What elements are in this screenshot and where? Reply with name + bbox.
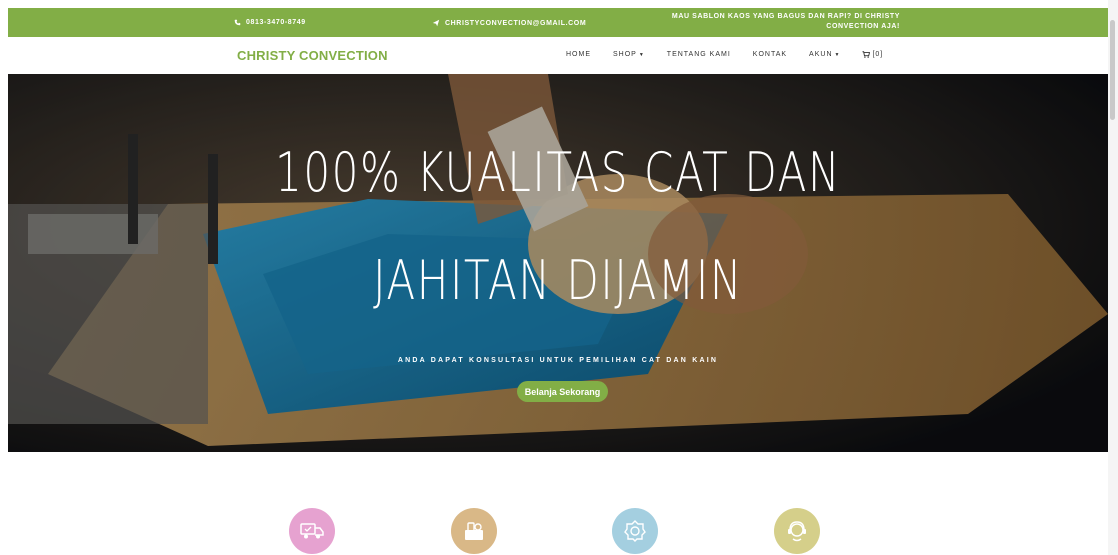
nav-tentang-kami[interactable]: TENTANG KAMI: [667, 51, 731, 58]
phone-contact[interactable]: 0813-3470-8749: [234, 19, 306, 26]
email-contact[interactable]: CHRISTYCONVECTION@GMAIL.COM: [432, 19, 586, 27]
feature-support: [774, 508, 820, 554]
email-address: CHRISTYCONVECTION@GMAIL.COM: [445, 19, 587, 27]
scrollbar-thumb[interactable]: [1110, 20, 1115, 120]
shop-now-button[interactable]: Belanja Sekorang: [517, 381, 608, 402]
features-section: [0, 500, 1118, 555]
nav-kontak-label: KONTAK: [752, 51, 788, 58]
quality-badge-icon: [624, 520, 646, 542]
nav-shop[interactable]: SHOP ▼: [613, 51, 645, 58]
nav-akun[interactable]: AKUN ▼: [809, 51, 840, 58]
feature-delivery: [289, 508, 335, 554]
hero-banner: 100% Kualitas Cat dan Jahitan dijamin AN…: [8, 74, 1108, 452]
phone-number: 0813-3470-8749: [246, 19, 306, 26]
promo-text: MAU SABLON KAOS YANG BAGUS DAN RAPI? DI …: [671, 13, 900, 30]
feature-quality: [612, 508, 658, 554]
paper-plane-icon: [432, 19, 440, 27]
nav-akun-label: AKUN: [809, 51, 833, 58]
feature-product: [451, 508, 497, 554]
top-info-bar: 0813-3470-8749 CHRISTYCONVECTION@GMAIL.C…: [8, 8, 1108, 37]
hero-title-line2: Jahitan dijamin: [373, 249, 743, 312]
hero-subtitle: ANDA DAPAT KONSULTASI UNTUK PEMILIHAN CA…: [397, 357, 719, 364]
nav-cart[interactable]: [0]: [862, 51, 883, 58]
delivery-truck-icon: [300, 523, 324, 539]
nav-home[interactable]: HOME: [566, 51, 591, 58]
nav-menu: HOME SHOP ▼ TENTANG KAMI KONTAK AKUN ▼ [0]: [566, 51, 883, 58]
cart-icon: [862, 51, 871, 58]
support-agent-icon: [788, 521, 806, 542]
nav-home-label: HOME: [566, 51, 591, 58]
page-scrollbar[interactable]: [1108, 0, 1118, 555]
hero-title-line1: 100% Kualitas Cat dan: [274, 141, 842, 204]
nav-tentang-kami-label: TENTANG KAMI: [666, 51, 731, 58]
brand-logo[interactable]: CHRISTY CONVECTION: [237, 48, 388, 63]
main-navbar: CHRISTY CONVECTION HOME SHOP ▼ TENTANG KA…: [8, 37, 1108, 74]
nav-shop-label: SHOP: [613, 51, 637, 58]
caret-down-icon: ▼: [834, 51, 841, 58]
phone-icon: [234, 19, 241, 26]
nav-kontak[interactable]: KONTAK: [753, 51, 787, 58]
caret-down-icon: ▼: [638, 51, 645, 58]
cart-count: [0]: [872, 51, 884, 58]
product-box-icon: [465, 522, 483, 540]
